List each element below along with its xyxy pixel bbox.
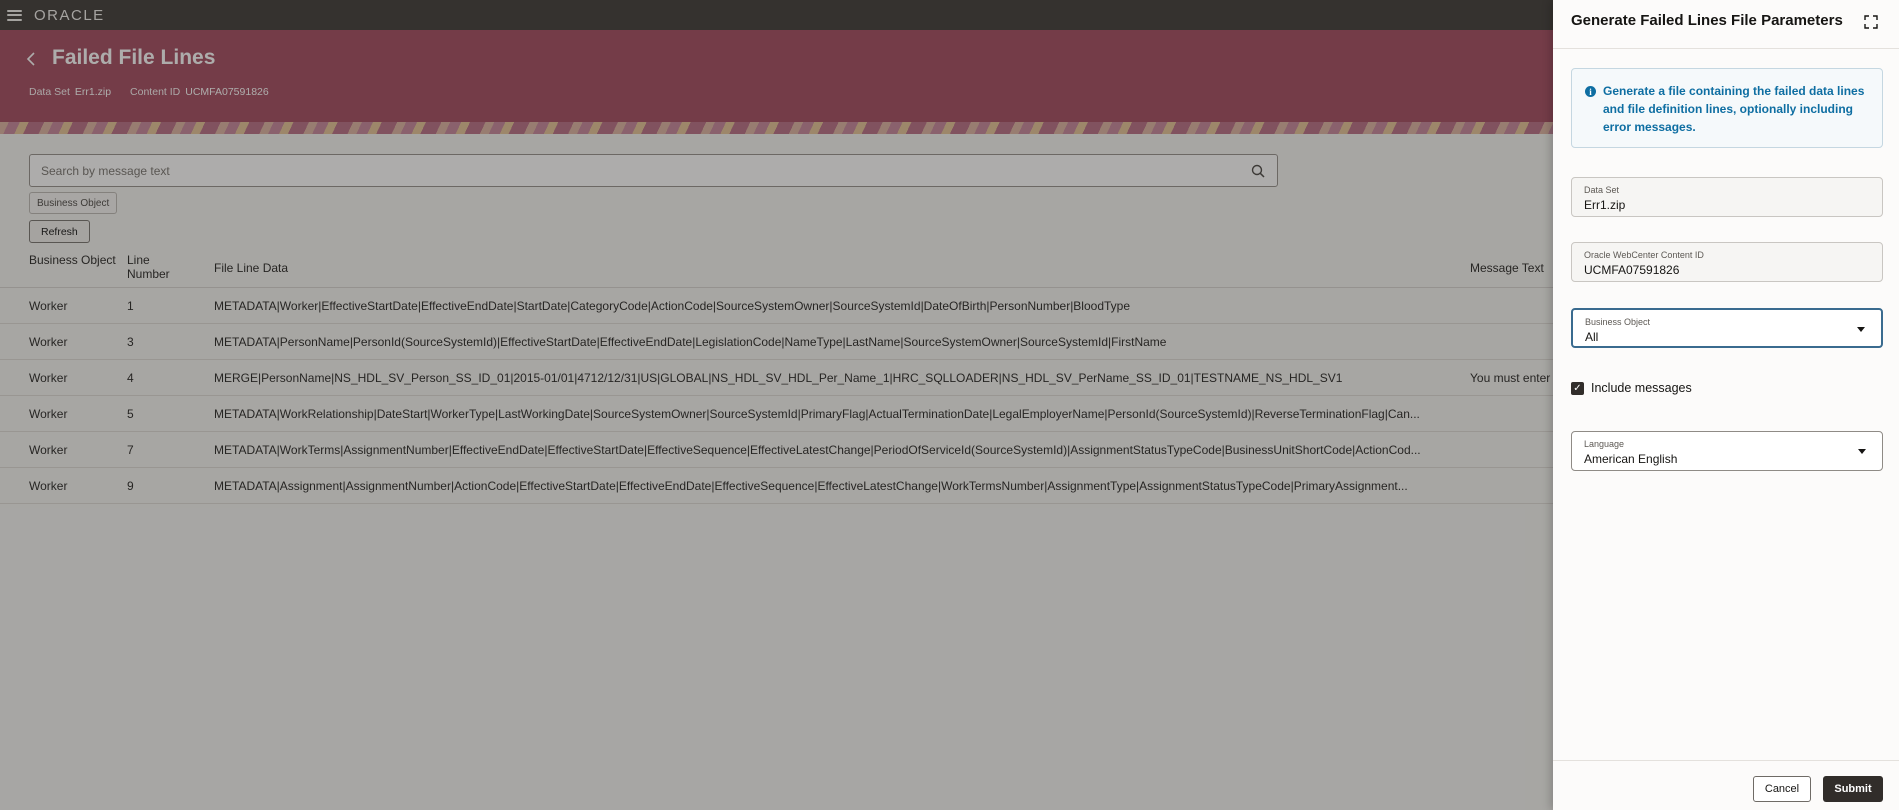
- content-id-field-label: Oracle WebCenter Content ID: [1584, 250, 1704, 260]
- chevron-down-icon[interactable]: [1857, 327, 1865, 332]
- cancel-button[interactable]: Cancel: [1753, 776, 1811, 802]
- business-object-select-label: Business Object: [1585, 317, 1651, 327]
- data-set-field: Data Set Err1.zip: [1571, 177, 1883, 217]
- chevron-down-icon[interactable]: [1858, 449, 1866, 454]
- info-message: i Generate a file containing the failed …: [1571, 68, 1883, 148]
- language-select-label: Language: [1584, 439, 1625, 449]
- data-set-field-label: Data Set: [1584, 185, 1620, 195]
- checkbox-checked-icon[interactable]: ✓: [1571, 381, 1584, 395]
- business-object-select[interactable]: Business Object All: [1571, 308, 1883, 348]
- drawer-footer-divider: [1553, 760, 1899, 761]
- data-set-field-value: Err1.zip: [1584, 198, 1626, 212]
- business-object-select-value: All: [1585, 330, 1599, 344]
- language-select-value: American English: [1584, 452, 1678, 466]
- content-id-field: Oracle WebCenter Content ID UCMFA0759182…: [1571, 242, 1883, 282]
- include-messages-checkbox[interactable]: ✓ Include messages: [1571, 381, 1692, 395]
- drawer-title: Generate Failed Lines File Parameters: [1571, 12, 1843, 29]
- drawer-header-divider: [1553, 48, 1899, 49]
- include-messages-label: Include messages: [1591, 381, 1692, 395]
- submit-button[interactable]: Submit: [1823, 776, 1883, 802]
- info-text: Generate a file containing the failed da…: [1603, 84, 1865, 134]
- content-id-field-value: UCMFA07591826: [1584, 263, 1680, 277]
- modal-scrim[interactable]: [0, 0, 1553, 810]
- generate-failed-lines-drawer: Generate Failed Lines File Parameters i …: [1553, 0, 1899, 810]
- expand-icon[interactable]: [1863, 14, 1879, 30]
- info-icon: i: [1585, 86, 1596, 97]
- language-select[interactable]: Language American English: [1571, 431, 1883, 471]
